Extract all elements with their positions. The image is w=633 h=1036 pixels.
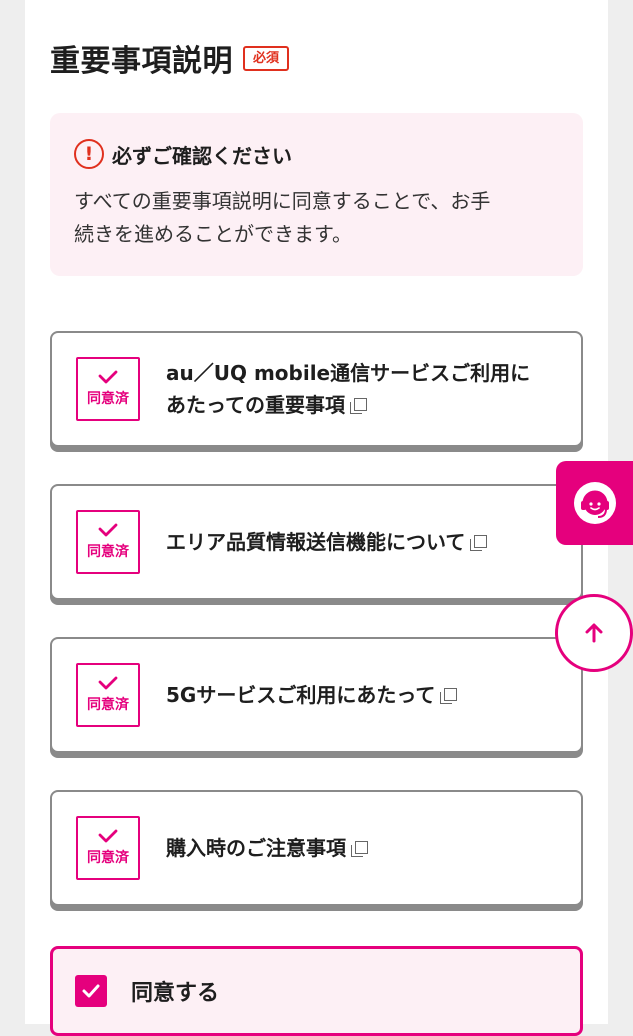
document-title: エリア品質情報送信機能について — [166, 526, 566, 558]
document-title-text: 5Gサービスご利用にあたって — [166, 683, 436, 707]
agree-label: 同意する — [131, 981, 220, 1006]
external-window-icon — [351, 841, 368, 857]
external-window-icon — [440, 688, 458, 704]
notice-line-2: 続きを進めることができます。 — [74, 222, 352, 246]
notice-header: ! 必ずご確認ください — [74, 139, 559, 169]
document-card-5g-service[interactable]: 同意済 5Gサービスご利用にあたって — [50, 637, 583, 753]
checkbox-checked-icon[interactable] — [75, 975, 107, 1007]
page-title: 重要事項説明 — [50, 44, 233, 79]
document-title: 購入時のご注意事項 — [166, 832, 566, 864]
check-icon — [98, 370, 118, 384]
check-icon — [98, 829, 118, 843]
external-window-icon — [470, 535, 488, 551]
agreed-label: 同意済 — [87, 391, 129, 407]
support-chat-button[interactable] — [556, 461, 633, 545]
check-icon — [82, 984, 100, 998]
document-card-au-uq-terms[interactable]: 同意済 au／UQ mobile通信サービスご利用に あたっての重要事項 — [50, 331, 583, 447]
document-title: 5Gサービスご利用にあたって — [166, 679, 566, 711]
arrow-up-icon — [585, 623, 603, 643]
document-card-purchase-notes[interactable]: 同意済 購入時のご注意事項 — [50, 790, 583, 906]
notice-body: すべての重要事項説明に同意することで、お手 続きを進めることができます。 — [74, 185, 559, 251]
notice-line-1: すべての重要事項説明に同意することで、お手 — [74, 189, 491, 213]
scroll-top-button[interactable] — [555, 594, 633, 672]
document-title-text: あたっての重要事項 — [166, 393, 345, 417]
agreed-label: 同意済 — [87, 697, 129, 713]
headset-operator-icon — [573, 482, 616, 524]
external-window-icon — [350, 398, 367, 414]
document-title-line-2: あたっての重要事項 — [166, 389, 566, 421]
document-title-text: 購入時のご注意事項 — [166, 836, 346, 860]
agreed-label: 同意済 — [87, 544, 129, 560]
notice-title: 必ずご確認ください — [112, 143, 292, 168]
check-icon — [98, 523, 118, 537]
document-title: au／UQ mobile通信サービスご利用に あたっての重要事項 — [166, 357, 566, 421]
check-icon — [98, 676, 118, 690]
content-panel: 重要事項説明 必須 ! 必ずご確認ください すべての重要事項説明に同意することで… — [25, 0, 608, 1036]
exclamation-icon: ! — [74, 139, 104, 169]
confirmation-notice: ! 必ずご確認ください すべての重要事項説明に同意することで、お手 続きを進める… — [50, 113, 583, 276]
agreed-status: 同意済 — [76, 816, 140, 880]
agree-checkbox[interactable]: 同意する — [50, 946, 583, 1036]
agreed-status: 同意済 — [76, 663, 140, 727]
agreed-status: 同意済 — [76, 510, 140, 574]
document-title-line-1: au／UQ mobile通信サービスご利用に — [166, 361, 531, 385]
required-badge: 必須 — [243, 45, 290, 71]
document-title-text: エリア品質情報送信機能について — [166, 530, 466, 554]
agreed-status: 同意済 — [76, 357, 140, 421]
agreed-label: 同意済 — [87, 850, 129, 866]
section-header: 重要事項説明 必須 — [50, 36, 290, 80]
document-card-area-quality[interactable]: 同意済 エリア品質情報送信機能について — [50, 484, 583, 600]
